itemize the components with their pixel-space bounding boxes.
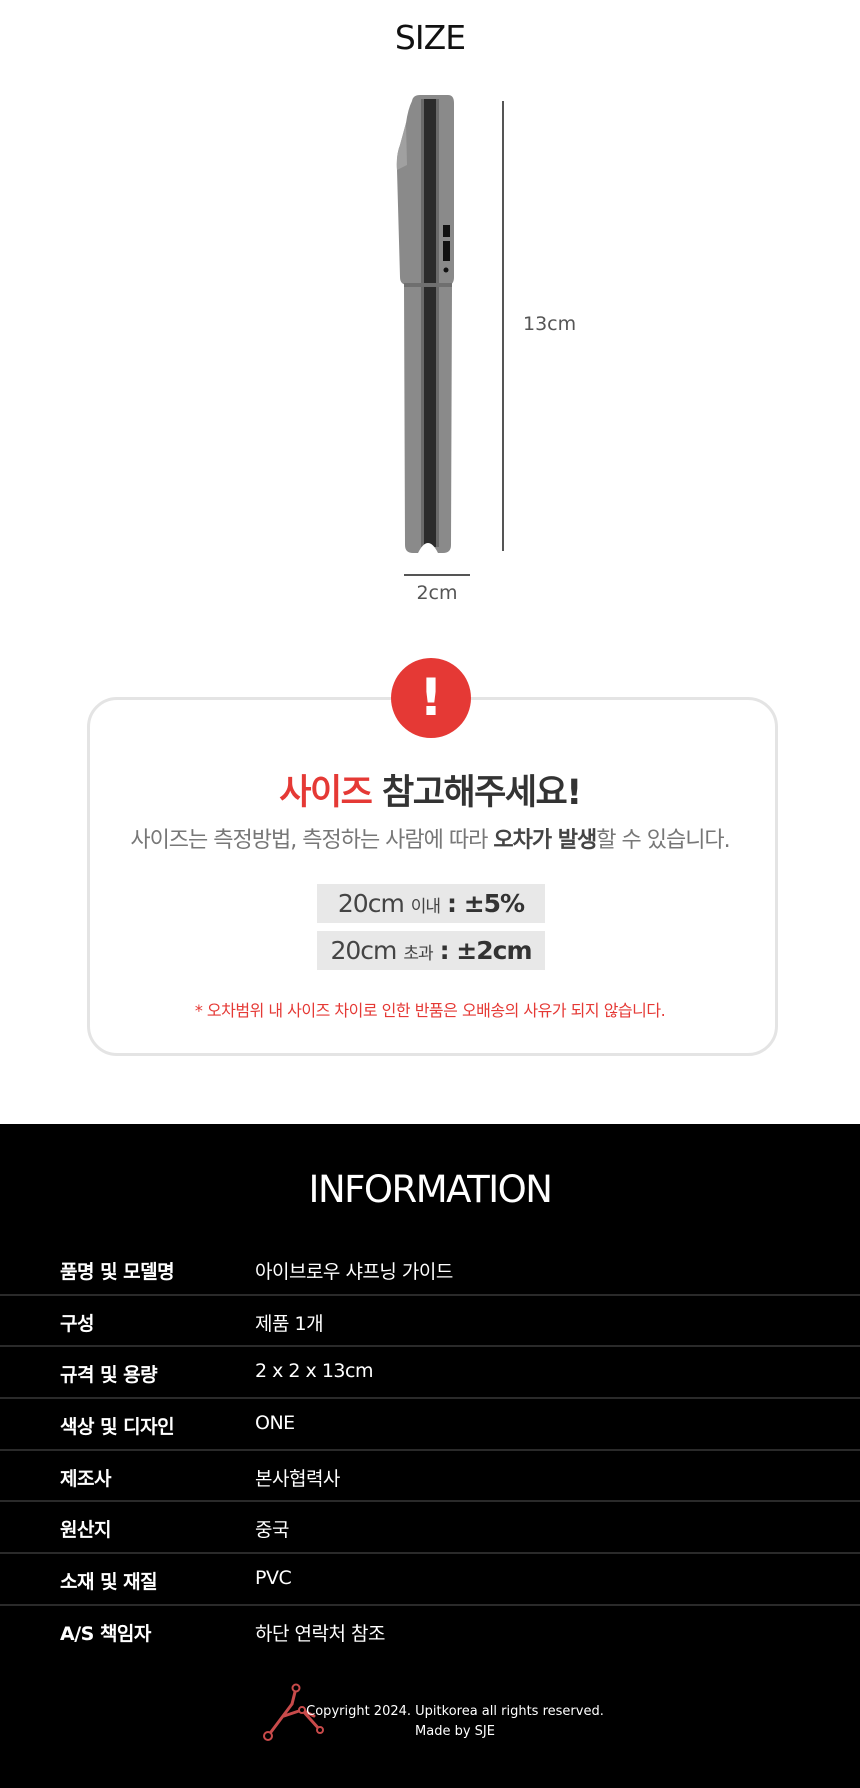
row-value: PVC bbox=[255, 1567, 292, 1590]
table-row: 품명 및 모델명 아이브로우 샤프닝 가이드 bbox=[0, 1244, 860, 1296]
notice-heading-accent: 사이즈 bbox=[279, 773, 373, 813]
width-dimension-line bbox=[404, 574, 470, 576]
made-by-text: Made by SJE bbox=[415, 1724, 495, 1739]
tolerance-value: : ±5% bbox=[447, 889, 525, 918]
footer-text: Copyright 2024. Upitkorea all rights res… bbox=[300, 1702, 610, 1742]
notice-heading-rest: 참고해주세요! bbox=[371, 773, 582, 813]
height-dimension-label: 13cm bbox=[523, 313, 577, 335]
tolerance-size: 20cm bbox=[330, 936, 397, 965]
row-value: 중국 bbox=[255, 1519, 289, 1542]
copyright-text: Copyright 2024. Upitkorea all rights res… bbox=[306, 1704, 604, 1719]
row-value: 본사협력사 bbox=[255, 1467, 340, 1490]
size-section: SIZE 13cm 2cm ! 사이즈 참고해주세요! 사이즈는 측정방법, 측… bbox=[0, 0, 860, 1124]
product-image bbox=[396, 95, 454, 553]
table-row: 제조사 본사협력사 bbox=[0, 1451, 860, 1503]
notice-description: 사이즈는 측정방법, 측정하는 사람에 따라 오차가 발생할 수 있습니다. bbox=[0, 822, 860, 854]
row-key: A/S 책임자 bbox=[60, 1622, 151, 1645]
notice-desc-suffix: 할 수 있습니다. bbox=[596, 828, 730, 853]
tolerance-qualifier: 이내 bbox=[410, 897, 441, 917]
notice-desc-prefix: 사이즈는 측정방법, 측정하는 사람에 따라 bbox=[130, 828, 494, 853]
height-dimension-line bbox=[502, 101, 504, 551]
row-key: 색상 및 디자인 bbox=[60, 1416, 175, 1439]
row-value: 아이브로우 샤프닝 가이드 bbox=[255, 1261, 453, 1283]
row-key: 구성 bbox=[60, 1312, 94, 1335]
tolerance-qualifier: 초과 bbox=[403, 944, 433, 964]
row-value: 하단 연락처 참조 bbox=[255, 1622, 385, 1645]
exclamation-icon: ! bbox=[391, 658, 471, 738]
table-row: A/S 책임자 하단 연락처 참조 bbox=[0, 1606, 860, 1658]
row-key: 소재 및 재질 bbox=[60, 1571, 158, 1594]
tolerance-row: 20cm 이내 : ±5% bbox=[317, 884, 545, 923]
table-row: 소재 및 재질 PVC bbox=[0, 1554, 860, 1606]
size-title: SIZE bbox=[394, 18, 466, 57]
table-row: 규격 및 용량 2 x 2 x 13cm bbox=[0, 1347, 860, 1400]
information-table: 품명 및 모델명 아이브로우 샤프닝 가이드 구성 제품 1개 규격 및 용량 … bbox=[0, 1244, 860, 1658]
table-row: 색상 및 디자인 ONE bbox=[0, 1399, 860, 1451]
tolerance-size: 20cm bbox=[337, 889, 405, 918]
tolerance-value: : ±2cm bbox=[439, 936, 533, 965]
row-key: 규격 및 용량 bbox=[60, 1364, 158, 1387]
row-key: 제조사 bbox=[60, 1467, 111, 1490]
notice-footnote: * 오차범위 내 사이즈 차이로 인한 반품은 오배송의 사유가 되지 않습니다… bbox=[194, 1001, 666, 1020]
tolerance-row: 20cm 초과 : ±2cm bbox=[317, 931, 545, 970]
row-key: 원산지 bbox=[60, 1519, 111, 1542]
information-section: INFORMATION 품명 및 모델명 아이브로우 샤프닝 가이드 구성 제품… bbox=[0, 1124, 860, 1788]
row-value: 제품 1개 bbox=[255, 1312, 324, 1335]
table-row: 원산지 중국 bbox=[0, 1502, 860, 1555]
row-key: 품명 및 모델명 bbox=[60, 1261, 175, 1283]
width-dimension-label: 2cm bbox=[416, 582, 458, 604]
row-value: 2 x 2 x 13cm bbox=[255, 1360, 373, 1383]
information-title: INFORMATION bbox=[308, 1168, 553, 1211]
row-value: ONE bbox=[255, 1412, 295, 1435]
notice-desc-bold: 오차가 발생 bbox=[493, 828, 597, 853]
table-row: 구성 제품 1개 bbox=[0, 1296, 860, 1348]
notice-heading: 사이즈 참고해주세요! bbox=[0, 764, 860, 815]
